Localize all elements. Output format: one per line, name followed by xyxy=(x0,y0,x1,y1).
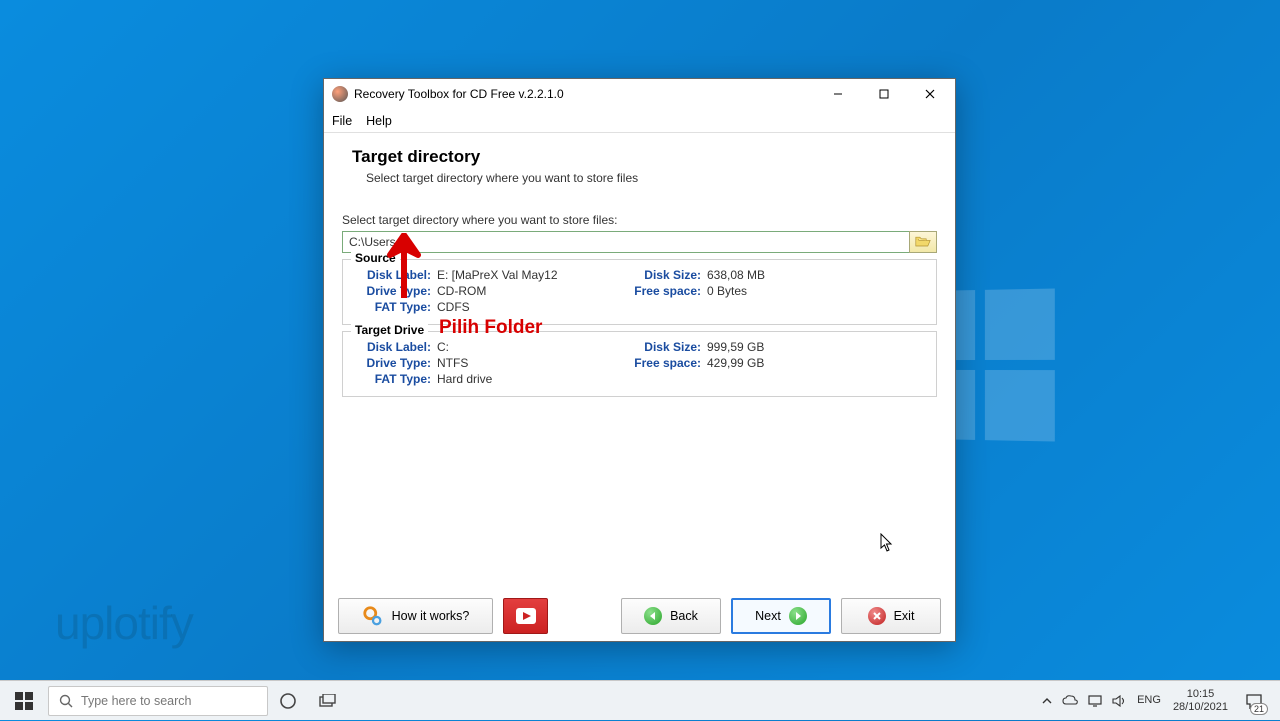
how-it-works-label: How it works? xyxy=(392,609,470,623)
source-drive-type-lbl: Drive Type: xyxy=(353,284,431,298)
menu-file[interactable]: File xyxy=(332,114,352,128)
exit-button[interactable]: Exit xyxy=(841,598,941,634)
titlebar[interactable]: Recovery Toolbox for CD Free v.2.2.1.0 xyxy=(324,79,955,109)
path-instruction: Select target directory where you want t… xyxy=(342,213,937,227)
target-path-input[interactable] xyxy=(342,231,909,253)
window-title: Recovery Toolbox for CD Free v.2.2.1.0 xyxy=(354,87,815,101)
tray-volume-icon[interactable] xyxy=(1107,681,1131,721)
content-area: Target directory Select target directory… xyxy=(324,133,955,591)
tray-date: 28/10/2021 xyxy=(1173,701,1228,713)
task-view-button[interactable] xyxy=(308,681,348,721)
tray-network-icon[interactable] xyxy=(1083,681,1107,721)
target-drive-type-lbl: Drive Type: xyxy=(353,356,431,370)
exit-label: Exit xyxy=(894,609,915,623)
how-it-works-button[interactable]: How it works? xyxy=(338,598,493,634)
circle-icon xyxy=(279,692,297,710)
close-icon xyxy=(868,607,886,625)
windows-icon xyxy=(15,692,33,710)
target-disk-size-val: 999,59 GB xyxy=(707,340,764,354)
maximize-button[interactable] xyxy=(861,79,907,109)
search-placeholder: Type here to search xyxy=(81,694,191,708)
notification-center-button[interactable]: 21 xyxy=(1234,681,1274,721)
source-free-space-lbl: Free space: xyxy=(623,284,701,298)
youtube-button[interactable] xyxy=(503,598,548,634)
app-icon xyxy=(332,86,348,102)
target-drive-panel: Target Drive Disk Label:C: Disk Size:999… xyxy=(342,331,937,397)
source-drive-type-val: CD-ROM xyxy=(437,284,486,298)
close-button[interactable] xyxy=(907,79,953,109)
source-disk-size-val: 638,08 MB xyxy=(707,268,765,282)
target-fat-type-lbl: FAT Type: xyxy=(353,372,431,386)
browse-folder-button[interactable] xyxy=(909,231,937,253)
folder-open-icon xyxy=(915,236,931,248)
app-window: Recovery Toolbox for CD Free v.2.2.1.0 F… xyxy=(323,78,956,642)
source-legend: Source xyxy=(351,251,400,265)
cortana-button[interactable] xyxy=(268,681,308,721)
source-fat-type-val: CDFS xyxy=(437,300,470,314)
source-disk-label-lbl: Disk Label: xyxy=(353,268,431,282)
target-legend: Target Drive xyxy=(351,323,428,337)
target-fat-type-val: Hard drive xyxy=(437,372,492,386)
source-drive-panel: Source Disk Label:E: [MaPreX Val May12 D… xyxy=(342,259,937,325)
mouse-cursor-icon xyxy=(880,533,896,553)
menu-help[interactable]: Help xyxy=(366,114,392,128)
source-fat-type-lbl: FAT Type: xyxy=(353,300,431,314)
source-disk-label-val: E: [MaPreX Val May12 xyxy=(437,268,558,282)
task-view-icon xyxy=(319,694,337,708)
source-free-space-val: 0 Bytes xyxy=(707,284,747,298)
tray-language[interactable]: ENG xyxy=(1131,681,1167,721)
target-drive-type-val: NTFS xyxy=(437,356,468,370)
tray-clock[interactable]: 10:15 28/10/2021 xyxy=(1167,681,1234,721)
page-subtitle: Select target directory where you want t… xyxy=(366,171,937,185)
target-disk-label-val: C: xyxy=(437,340,449,354)
tray-chevron-up-icon[interactable] xyxy=(1037,681,1057,721)
menubar: File Help xyxy=(324,109,955,133)
target-free-space-val: 429,99 GB xyxy=(707,356,764,370)
arrow-left-icon xyxy=(644,607,662,625)
arrow-right-icon xyxy=(789,607,807,625)
page-title: Target directory xyxy=(352,147,937,167)
source-disk-size-lbl: Disk Size: xyxy=(623,268,701,282)
taskbar: Type here to search ENG 10:15 28/10/2021 xyxy=(0,680,1280,720)
watermark: uplotify xyxy=(55,596,193,650)
start-button[interactable] xyxy=(0,681,48,721)
app-footer: How it works? Back Next Exit xyxy=(324,591,955,641)
search-icon xyxy=(59,694,73,708)
tray-onedrive-icon[interactable] xyxy=(1057,681,1083,721)
target-disk-label-lbl: Disk Label: xyxy=(353,340,431,354)
back-button[interactable]: Back xyxy=(621,598,721,634)
next-button[interactable]: Next xyxy=(731,598,831,634)
target-disk-size-lbl: Disk Size: xyxy=(623,340,701,354)
system-tray: ENG 10:15 28/10/2021 21 xyxy=(1037,681,1280,721)
target-free-space-lbl: Free space: xyxy=(623,356,701,370)
play-icon xyxy=(516,608,536,624)
next-label: Next xyxy=(755,609,781,623)
taskbar-search-input[interactable]: Type here to search xyxy=(48,686,268,716)
back-label: Back xyxy=(670,609,698,623)
notification-badge: 21 xyxy=(1250,703,1268,715)
tray-time: 10:15 xyxy=(1187,688,1215,700)
gear-icon xyxy=(362,605,384,627)
minimize-button[interactable] xyxy=(815,79,861,109)
